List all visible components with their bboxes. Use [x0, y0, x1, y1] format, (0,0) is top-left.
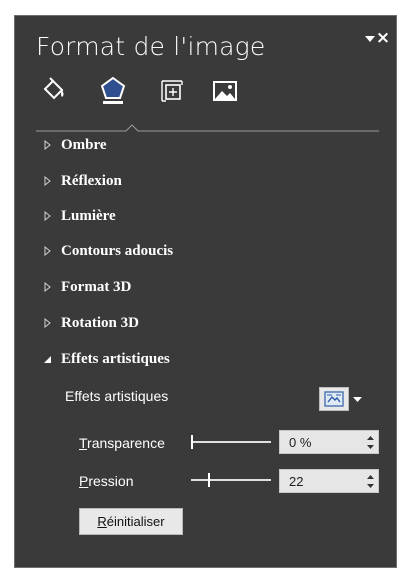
section-artistic-effects[interactable]: Effets artistiques — [41, 348, 170, 370]
chevron-right-icon — [41, 210, 53, 222]
section-label: Ombre — [61, 136, 107, 153]
tab-fill-line[interactable] — [36, 74, 70, 108]
pressure-spinner[interactable]: 22 — [279, 469, 379, 493]
section-shadow[interactable]: Ombre — [41, 134, 107, 156]
transparency-spinner[interactable]: 0 % — [279, 430, 379, 454]
section-3d-format[interactable]: Format 3D — [41, 276, 131, 298]
accelerator-key: P — [79, 473, 89, 489]
reset-button[interactable]: Réinitialiser — [79, 508, 183, 535]
chevron-right-icon — [41, 317, 53, 329]
format-picture-pane: Format de l'image × Ombre Réflexion Lumi… — [14, 15, 397, 568]
section-label: Rotation 3D — [61, 314, 139, 331]
pressure-slider[interactable] — [191, 470, 271, 490]
label-text: éinitialiser — [106, 514, 165, 529]
tab-picture[interactable] — [208, 74, 242, 108]
tab-size-properties[interactable] — [155, 74, 189, 108]
accelerator-key: T — [79, 435, 88, 451]
chevron-down-icon — [349, 387, 365, 411]
transparency-value[interactable]: 0 % — [280, 435, 362, 450]
transparency-slider[interactable] — [191, 432, 271, 452]
slider-thumb[interactable] — [208, 473, 210, 487]
chevron-right-icon — [41, 245, 53, 257]
chevron-right-icon — [41, 139, 53, 151]
label-text: ransparence — [87, 435, 165, 451]
fill-line-icon — [43, 77, 64, 100]
artistic-effects-label: Effets artistiques — [65, 388, 169, 404]
section-label: Effets artistiques — [61, 350, 170, 367]
slider-track — [191, 479, 271, 481]
section-glow[interactable]: Lumière — [41, 205, 116, 227]
section-3d-rotation[interactable]: Rotation 3D — [41, 312, 139, 334]
slider-track — [191, 441, 271, 443]
artistic-effects-dropdown[interactable] — [319, 386, 369, 412]
section-label: Contours adoucis — [61, 242, 174, 259]
artistic-effect-preview — [319, 387, 349, 411]
accelerator-key: R — [97, 514, 107, 529]
tab-effects[interactable] — [96, 74, 130, 108]
label-text: ression — [88, 473, 134, 489]
section-reflection[interactable]: Réflexion — [41, 170, 122, 192]
chevron-right-icon — [41, 175, 53, 187]
slider-thumb[interactable] — [191, 435, 193, 449]
spin-down-icon[interactable] — [365, 442, 375, 451]
section-label: Réflexion — [61, 172, 122, 189]
picture-icon — [213, 81, 237, 101]
pane-title: Format de l'image — [36, 32, 266, 61]
spin-down-icon[interactable] — [365, 481, 375, 490]
section-soft-edges[interactable]: Contours adoucis — [41, 240, 173, 262]
close-button[interactable]: × — [374, 28, 392, 48]
spin-up-icon[interactable] — [365, 433, 375, 442]
chevron-right-icon — [41, 281, 53, 293]
size-properties-icon — [161, 80, 183, 102]
section-label: Lumière — [61, 207, 116, 224]
effects-icon — [100, 76, 126, 104]
section-label: Format 3D — [61, 278, 132, 295]
pressure-label: Pression — [79, 473, 133, 489]
spin-up-icon[interactable] — [365, 472, 375, 481]
pressure-value[interactable]: 22 — [280, 474, 362, 489]
expanded-triangle-icon — [41, 353, 53, 365]
artistic-effect-icon — [324, 391, 344, 407]
spinner-arrows — [362, 470, 378, 492]
transparency-label: Transparence — [79, 435, 165, 451]
spinner-arrows — [362, 431, 378, 453]
